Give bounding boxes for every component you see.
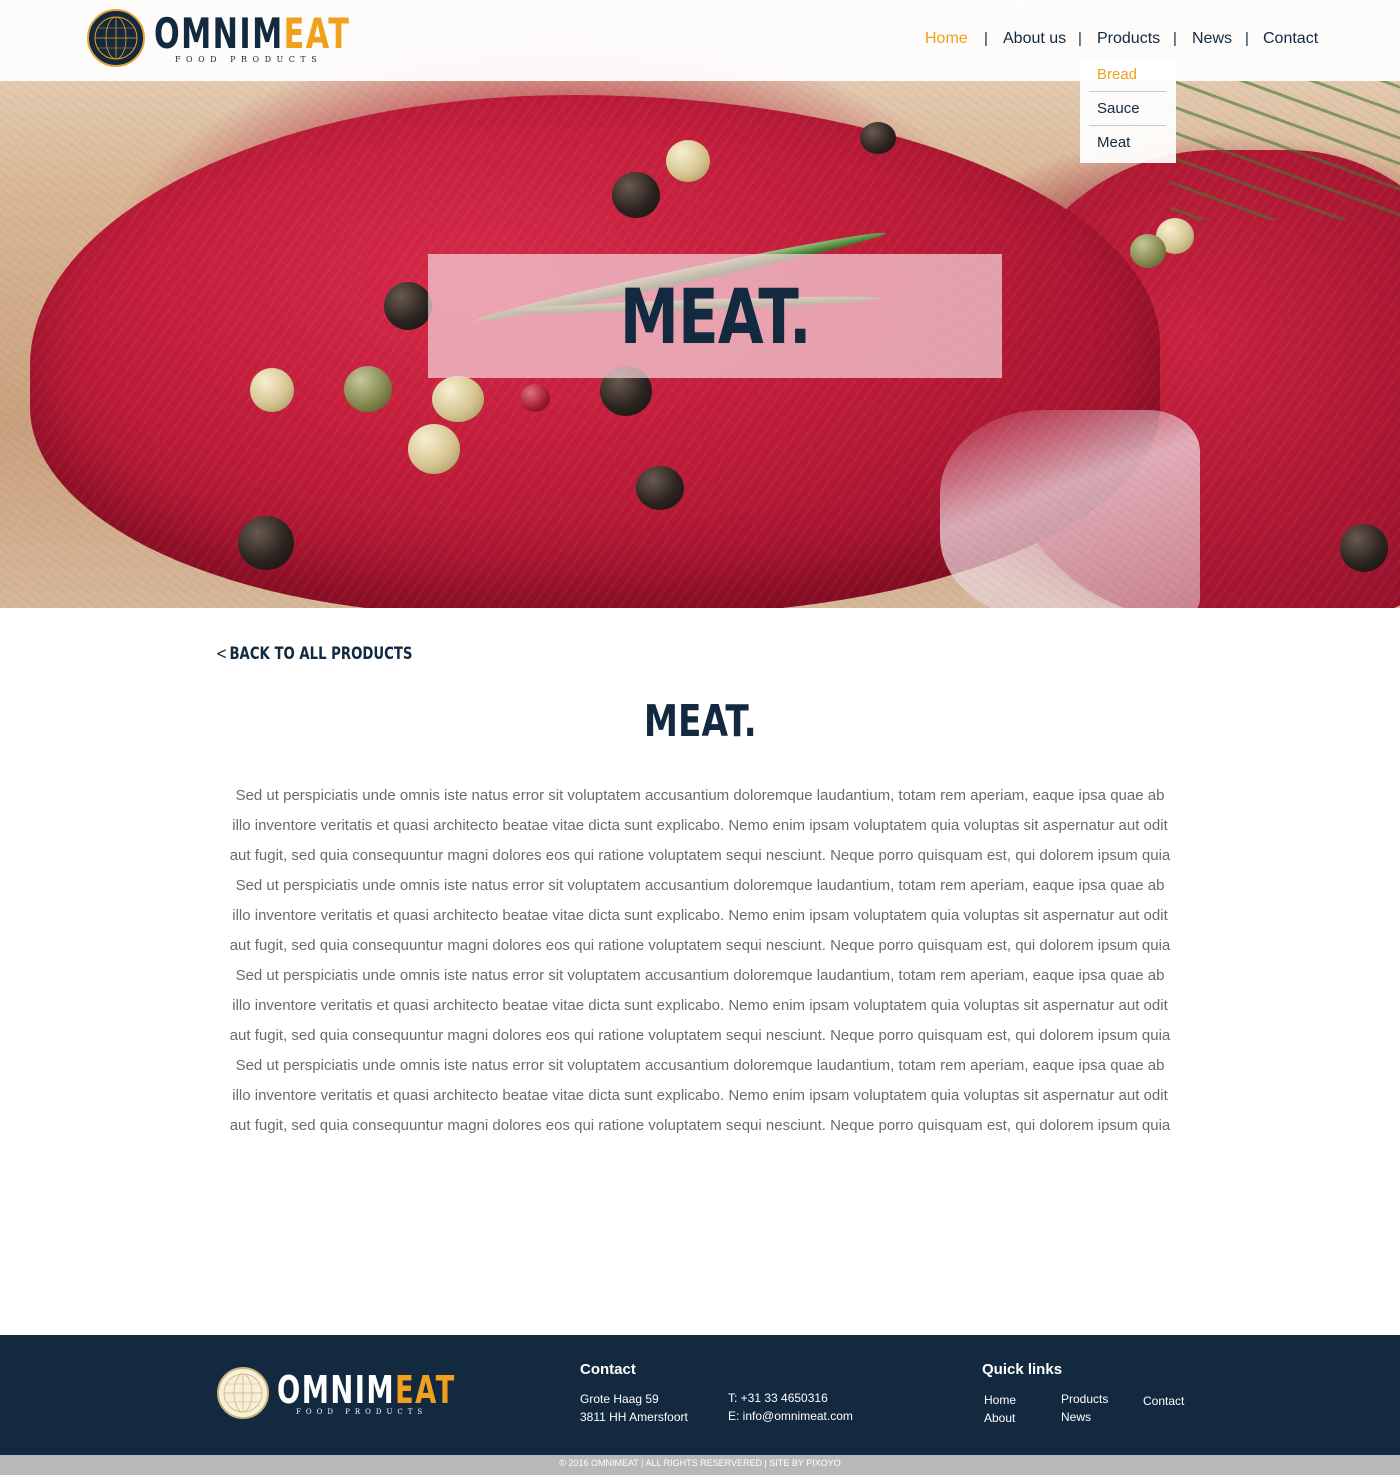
- hero-peppercorn: [384, 282, 432, 330]
- site-footer: OMNIMEAT FOOD PRODUCTS Contact Grote Haa…: [0, 1335, 1400, 1455]
- copyright-text: © 2016 OMNIMEAT | ALL RIGHTS RESERVERED …: [559, 1458, 841, 1468]
- hero-peppercorn: [250, 368, 294, 412]
- description-line: Sed ut perspiciatis unde omnis iste natu…: [235, 967, 1165, 984]
- description-line: aut fugit, sed quia consequuntur magni d…: [229, 937, 1171, 954]
- hero-title-box: MEAT.: [428, 254, 1002, 378]
- hero-banner: MEAT.: [0, 0, 1400, 608]
- nav-item-home[interactable]: Home: [925, 30, 968, 48]
- footer-email[interactable]: E: info@omnimeat.com: [728, 1409, 853, 1423]
- dropdown-divider: [1089, 91, 1166, 92]
- hero-peppercorn: [666, 140, 710, 182]
- nav-separator: |: [1245, 30, 1249, 47]
- hero-peppercorn: [238, 516, 294, 570]
- footer-logo-part2: EAT: [394, 1368, 456, 1412]
- description-line: Sed ut perspiciatis unde omnis iste natu…: [235, 1057, 1165, 1074]
- back-to-products-link[interactable]: < BACK TO ALL PRODUCTS: [216, 644, 412, 664]
- hero-peppercorn: [1130, 234, 1166, 268]
- hero-peppercorn: [432, 376, 484, 422]
- footer-logo[interactable]: OMNIMEAT FOOD PRODUCTS: [217, 1367, 454, 1421]
- hero-peppercorn: [860, 122, 896, 154]
- description-line: illo inventore veritatis et quasi archit…: [232, 907, 1168, 924]
- hero-peppercorn: [636, 466, 684, 510]
- products-dropdown: Bread Sauce Meat: [1080, 58, 1176, 163]
- nav-item-news[interactable]: News: [1192, 30, 1232, 48]
- footer-link-home[interactable]: Home: [984, 1393, 1016, 1407]
- footer-link-about[interactable]: About: [984, 1411, 1015, 1425]
- nav-separator: |: [984, 30, 988, 47]
- product-description: Sed ut perspiciatis unde omnis iste natu…: [210, 781, 1190, 1141]
- main-nav: Home | About us | Products | News | Cont…: [0, 30, 1400, 54]
- description-line: illo inventore veritatis et quasi archit…: [232, 997, 1168, 1014]
- description-line: Sed ut perspiciatis unde omnis iste natu…: [235, 787, 1165, 804]
- description-line: illo inventore veritatis et quasi archit…: [232, 1087, 1168, 1104]
- description-line: aut fugit, sed quia consequuntur magni d…: [229, 1117, 1171, 1134]
- dropdown-item-sauce[interactable]: Sauce: [1097, 100, 1140, 117]
- dropdown-item-bread[interactable]: Bread: [1097, 66, 1137, 83]
- hero-peppercorn: [1340, 524, 1388, 572]
- footer-phone[interactable]: T: +31 33 4650316: [728, 1391, 828, 1405]
- nav-item-about[interactable]: About us: [1003, 30, 1066, 48]
- hero-title: MEAT.: [619, 271, 812, 361]
- footer-link-products[interactable]: Products: [1061, 1392, 1108, 1406]
- copyright-bar: © 2016 OMNIMEAT | ALL RIGHTS RESERVERED …: [0, 1455, 1400, 1475]
- footer-quicklinks-heading: Quick links: [982, 1361, 1063, 1378]
- footer-address-line2: 3811 HH Amersfoort: [580, 1410, 688, 1424]
- footer-logo-part1: OMNIM: [277, 1368, 395, 1412]
- nav-item-products[interactable]: Products: [1097, 30, 1160, 48]
- dropdown-item-meat[interactable]: Meat: [1097, 134, 1130, 151]
- page-title: MEAT.: [0, 696, 1400, 747]
- footer-address-line1: Grote Haag 59: [580, 1392, 659, 1406]
- hero-herbs: [1170, 80, 1400, 220]
- hero-peppercorn: [612, 172, 660, 218]
- nav-item-contact[interactable]: Contact: [1263, 30, 1318, 48]
- description-line: aut fugit, sed quia consequuntur magni d…: [229, 1027, 1171, 1044]
- footer-link-contact[interactable]: Contact: [1143, 1394, 1184, 1408]
- description-line: Sed ut perspiciatis unde omnis iste natu…: [235, 877, 1165, 894]
- dropdown-divider: [1089, 125, 1166, 126]
- footer-logo-tagline: FOOD PRODUCTS: [296, 1408, 428, 1416]
- nav-separator: |: [1078, 30, 1082, 47]
- footer-logo-wordmark: OMNIMEAT: [277, 1368, 456, 1412]
- hero-peppercorn: [408, 424, 460, 474]
- site-header: OMNIMEAT FOOD PRODUCTS Home | About us |…: [0, 0, 1400, 81]
- chevron-left-icon: <: [216, 644, 228, 664]
- footer-contact-heading: Contact: [580, 1361, 636, 1378]
- hero-peppercorn: [520, 384, 550, 412]
- description-line: illo inventore veritatis et quasi archit…: [232, 817, 1168, 834]
- logo-tagline: FOOD PRODUCTS: [175, 55, 323, 64]
- nav-separator: |: [1173, 30, 1177, 47]
- page-title-text: MEAT.: [643, 696, 757, 747]
- footer-link-news[interactable]: News: [1061, 1410, 1091, 1424]
- back-link-label: BACK TO ALL PRODUCTS: [229, 644, 413, 664]
- description-line: aut fugit, sed quia consequuntur magni d…: [229, 847, 1171, 864]
- globe-logo-icon: [217, 1367, 269, 1419]
- hero-peppercorn: [344, 366, 392, 412]
